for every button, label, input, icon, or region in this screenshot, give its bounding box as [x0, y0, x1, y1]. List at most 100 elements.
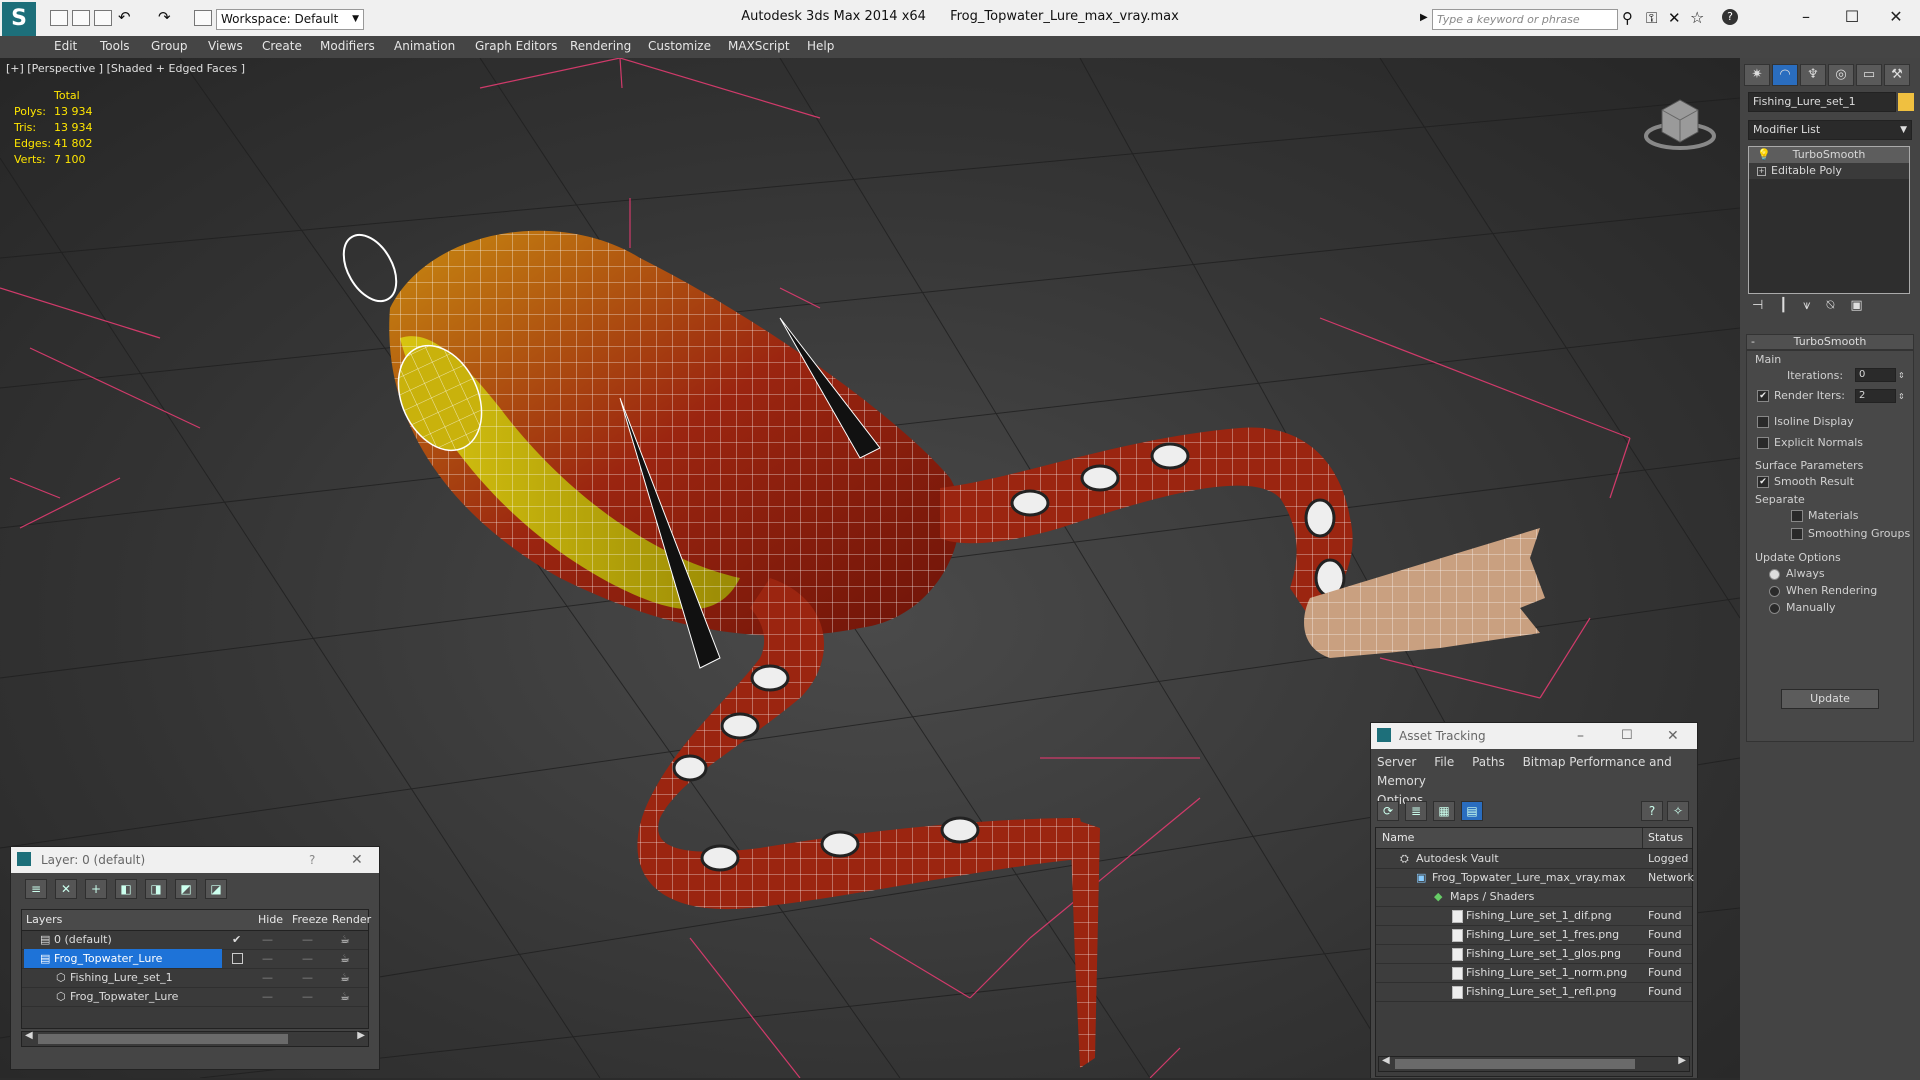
refresh-icon[interactable]: ⟳ [1377, 801, 1399, 821]
menu-rendering[interactable]: Rendering [570, 39, 631, 53]
menu-create[interactable]: Create [262, 39, 302, 53]
menu-views[interactable]: Views [208, 39, 243, 53]
close-icon[interactable]: ✕ [1667, 723, 1679, 749]
current-checkbox[interactable] [232, 953, 243, 964]
layer-row[interactable]: ⬡ Fishing_Lure_set_1 — — ☕ [22, 968, 368, 988]
freeze-toggle[interactable]: — [302, 987, 313, 1006]
asset-row[interactable]: Fishing_Lure_set_1_glos.png Found [1376, 944, 1692, 964]
always-option[interactable]: Always [1769, 567, 1825, 580]
subscription-icon[interactable]: ⚿ [1646, 9, 1657, 27]
asset-menu-bitmap[interactable]: Bitmap Performance and Memory [1377, 755, 1672, 788]
close-icon[interactable]: ✕ [1876, 6, 1916, 28]
object-color-swatch[interactable] [1898, 93, 1914, 111]
layer-dialog-header[interactable]: Layer: 0 (default) ? ✕ [11, 847, 379, 873]
asset-row[interactable]: ⛭ Autodesk Vault Logged [1376, 849, 1692, 869]
asset-row[interactable]: ◆ Maps / Shaders [1376, 887, 1692, 907]
make-unique-icon[interactable]: ⩛ [1803, 298, 1810, 313]
manually-option[interactable]: Manually [1769, 601, 1836, 614]
minimize-icon[interactable]: – [1786, 6, 1826, 28]
render-iters-spinner[interactable]: 2 ⇕ [1855, 388, 1905, 403]
maximize-icon[interactable]: ☐ [1832, 6, 1872, 28]
menu-edit[interactable]: Edit [54, 39, 77, 53]
iterations-value[interactable]: 0 [1855, 367, 1896, 382]
asset-menu-file[interactable]: File [1434, 755, 1454, 769]
col-layers[interactable]: Layers [26, 910, 62, 930]
modify-tab-icon[interactable]: ◠ [1772, 64, 1798, 86]
asset-row[interactable]: Fishing_Lure_set_1_refl.png Found [1376, 982, 1692, 1002]
hide-toggle[interactable]: — [262, 987, 273, 1006]
asset-help-icon[interactable]: ? [1641, 801, 1663, 821]
asset-dialog-header[interactable]: Asset Tracking – ☐ ✕ [1371, 723, 1697, 749]
hide-toggle[interactable]: — [262, 968, 273, 987]
modifier-list-dropdown[interactable]: Modifier List ▼ [1748, 120, 1912, 140]
minimize-icon[interactable]: – [1577, 723, 1584, 749]
layer-horizontal-scrollbar[interactable]: ◀ ▶ [21, 1030, 369, 1047]
configure-sets-icon[interactable]: ▣ [1850, 298, 1862, 313]
create-tab-icon[interactable]: ✷ [1744, 64, 1770, 86]
asset-horizontal-scrollbar[interactable]: ◀ ▶ [1378, 1055, 1690, 1072]
expand-plus-icon[interactable]: + [1757, 167, 1766, 176]
render-iters-option[interactable]: ✔ Render Iters: [1757, 389, 1845, 402]
asset-options-icon[interactable]: ✧ [1667, 801, 1689, 821]
scroll-left-icon[interactable]: ◀ [1382, 1055, 1390, 1066]
render-teapot-icon[interactable]: ☕ [340, 987, 350, 1006]
when-rendering-radio[interactable] [1769, 585, 1780, 597]
viewport-label[interactable]: [+] [Perspective ] [Shaded + Edged Faces… [6, 62, 245, 75]
col-name[interactable]: Name [1382, 828, 1414, 848]
materials-checkbox[interactable] [1791, 510, 1803, 522]
when-rendering-option[interactable]: When Rendering [1769, 584, 1877, 597]
search-input[interactable]: Type a keyword or phrase [1432, 9, 1618, 30]
display-tab-icon[interactable]: ▭ [1856, 64, 1882, 86]
motion-tab-icon[interactable]: ◎ [1828, 64, 1854, 86]
menu-animation[interactable]: Animation [394, 39, 455, 53]
scroll-left-icon[interactable]: ◀ [25, 1030, 33, 1041]
perspective-viewport[interactable]: [+] [Perspective ] [Shaded + Edged Faces… [0, 58, 1740, 1078]
hide-toggle[interactable]: — [262, 930, 273, 949]
asset-menu-paths[interactable]: Paths [1472, 755, 1505, 769]
explicit-normals-option[interactable]: Explicit Normals [1757, 436, 1863, 449]
menu-maxscript[interactable]: MAXScript [728, 39, 790, 53]
turbosmooth-rollout-header[interactable]: - TurboSmooth [1746, 334, 1914, 350]
freeze-toggle[interactable]: — [302, 949, 313, 968]
smooth-result-checkbox[interactable]: ✔ [1757, 476, 1769, 488]
col-render[interactable]: Render [332, 910, 371, 930]
always-radio[interactable] [1769, 568, 1780, 580]
select-objects-icon[interactable]: ◧ [115, 879, 137, 899]
render-teapot-icon[interactable]: ☕ [340, 968, 350, 987]
col-freeze[interactable]: Freeze [292, 910, 328, 930]
asset-row[interactable]: ▣ Frog_Topwater_Lure_max_vray.max Networ… [1376, 868, 1694, 888]
freeze-toggle[interactable]: — [302, 968, 313, 987]
maximize-icon[interactable]: ☐ [1621, 723, 1633, 749]
menu-modifiers[interactable]: Modifiers [320, 39, 375, 53]
utilities-tab-icon[interactable]: ⚒ [1884, 64, 1910, 86]
render-teapot-icon[interactable]: ☕ [340, 930, 350, 949]
viewcube-icon[interactable] [1640, 88, 1720, 158]
hide-all-icon[interactable]: ◩ [175, 879, 197, 899]
stack-item-editable-poly[interactable]: + Editable Poly [1749, 163, 1909, 179]
smooth-result-option[interactable]: ✔ Smooth Result [1757, 475, 1854, 488]
scroll-right-icon[interactable]: ▶ [1678, 1055, 1686, 1066]
update-button[interactable]: Update [1781, 689, 1879, 709]
remove-modifier-icon[interactable]: ⍉ [1827, 298, 1835, 313]
favorites-star-icon[interactable]: ☆ [1690, 8, 1704, 27]
add-layer-icon[interactable]: + [85, 879, 107, 899]
object-name-field[interactable]: Fishing_Lure_set_1 [1748, 92, 1896, 112]
spinner-arrows-icon[interactable]: ⇕ [1898, 392, 1905, 401]
spinner-arrows-icon[interactable]: ⇕ [1898, 371, 1905, 380]
render-teapot-icon[interactable]: ☕ [340, 949, 350, 968]
menu-help[interactable]: Help [807, 39, 834, 53]
layers-icon[interactable]: ≡ [25, 879, 47, 899]
layer-row[interactable]: ▤ 0 (default) ✔ — — ☕ [22, 930, 368, 950]
menu-group[interactable]: Group [151, 39, 188, 53]
menu-tools[interactable]: Tools [100, 39, 130, 53]
isoline-option[interactable]: Isoline Display [1757, 415, 1854, 428]
col-status[interactable]: Status [1648, 828, 1683, 848]
render-iters-value[interactable]: 2 [1855, 388, 1896, 403]
asset-menu-server[interactable]: Server [1377, 755, 1416, 769]
menu-graph-editors[interactable]: Graph Editors [475, 39, 557, 53]
iterations-spinner[interactable]: 0 ⇕ [1855, 367, 1905, 382]
close-icon[interactable]: ✕ [351, 847, 363, 873]
col-hide[interactable]: Hide [258, 910, 283, 930]
explicit-normals-checkbox[interactable] [1757, 437, 1769, 449]
asset-row[interactable]: Fishing_Lure_set_1_dif.png Found [1376, 906, 1692, 926]
